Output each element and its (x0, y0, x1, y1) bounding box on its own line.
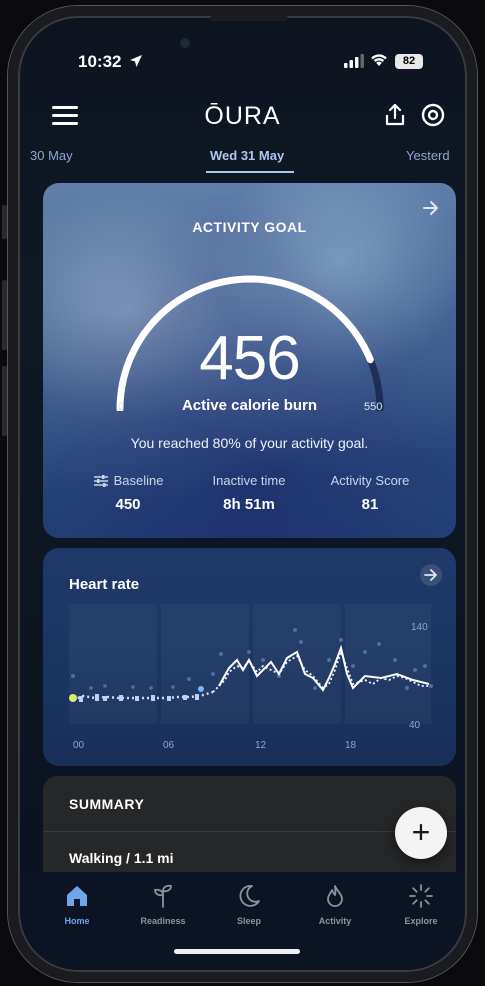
stat-label: Activity Score (330, 473, 410, 488)
nav-home[interactable]: Home (42, 882, 112, 926)
activity-goal-message: You reached 80% of your activity goal. (130, 435, 369, 451)
app-header: ŌURA (18, 100, 467, 140)
explore-icon (409, 884, 433, 908)
screen: 10:32 82 ŌURA 30 May Wed 31 May Yesterd … (18, 16, 467, 970)
camera (180, 38, 190, 48)
stat-activity-score: Activity Score 81 (305, 473, 435, 513)
nav-label: Readiness (140, 916, 186, 926)
stat-label: Inactive time (212, 473, 286, 488)
sliders-icon (93, 474, 108, 487)
y-axis-label-min: 40 (409, 720, 421, 731)
gauge-min-label: 0 (118, 401, 125, 413)
nav-readiness[interactable]: Readiness (128, 882, 198, 926)
bottom-navigation: Home Readiness Sleep Activity Explore (18, 872, 467, 970)
arrow-right-icon[interactable] (420, 197, 442, 219)
speaker (210, 16, 288, 21)
stat-value: 450 (115, 496, 141, 513)
x-axis-label: 18 (345, 740, 357, 751)
activity-goal-card[interactable]: ACTIVITY GOAL 456 Active calorie burn 0 … (43, 183, 456, 538)
heart-rate-title: Heart rate (69, 576, 140, 593)
summary-title: SUMMARY (69, 796, 145, 812)
stat-label: Baseline (113, 473, 164, 488)
heart-rate-card[interactable]: 140 40 00 06 12 18 Heart rate (43, 548, 456, 766)
x-axis-label: 00 (73, 740, 85, 751)
nav-label: Activity (318, 916, 352, 926)
home-indicator (174, 949, 300, 954)
nav-label: Home (64, 916, 90, 926)
x-axis-label: 06 (163, 740, 175, 751)
volume-down-button (2, 366, 7, 436)
x-axis-label: 12 (255, 740, 267, 751)
y-axis-label-max: 140 (411, 622, 428, 633)
phone: 10:32 82 ŌURA 30 May Wed 31 May Yesterd … (0, 0, 485, 986)
activity-icon (327, 885, 343, 907)
activity-goal-unit: Active calorie burn (181, 397, 318, 414)
location-icon (130, 55, 142, 67)
date-selector: 30 May Wed 31 May Yesterd (18, 144, 467, 176)
stat-value: 81 (361, 496, 379, 513)
nav-sleep[interactable]: Sleep (214, 882, 284, 926)
home-icon (67, 886, 87, 906)
date-tab-next[interactable]: Yesterd (406, 148, 450, 163)
sleep-icon (239, 885, 260, 907)
share-icon[interactable] (382, 102, 408, 128)
ring-icon[interactable] (420, 102, 446, 128)
nav-activity[interactable]: Activity (300, 882, 370, 926)
mute-switch (2, 205, 7, 239)
nav-label: Explore (404, 916, 438, 926)
nav-label: Sleep (236, 916, 261, 926)
activity-goal-title: ACTIVITY GOAL (192, 219, 307, 235)
status-bar: 10:32 82 (18, 16, 467, 76)
wifi-icon (371, 54, 387, 66)
date-tab-previous[interactable]: 30 May (30, 148, 73, 163)
arrow-right-icon[interactable] (420, 564, 442, 586)
stat-baseline: Baseline 450 (63, 473, 193, 513)
battery-indicator: 82 (395, 54, 423, 69)
clock: 10:32 (78, 52, 122, 71)
signal-icon (344, 54, 364, 68)
stat-value: 8h 51m (223, 496, 275, 513)
summary-item-walking[interactable]: Walking / 1.1 mi (69, 850, 174, 866)
nav-explore[interactable]: Explore (386, 882, 456, 926)
volume-up-button (2, 280, 7, 350)
stat-inactive-time: Inactive time 8h 51m (184, 473, 314, 513)
gauge-max-label: 550 (364, 401, 383, 413)
activity-goal-value: 456 (199, 324, 300, 393)
readiness-icon (154, 884, 172, 908)
date-tab-current[interactable]: Wed 31 May (210, 148, 284, 163)
add-button[interactable]: + (395, 807, 447, 859)
date-tab-indicator (206, 171, 294, 173)
